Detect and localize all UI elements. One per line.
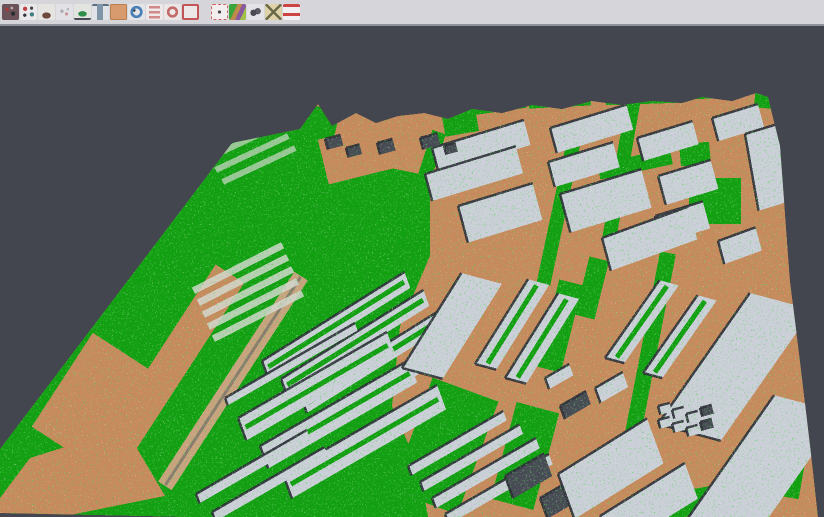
- toolbar-button-classification-map[interactable]: [229, 4, 246, 20]
- toolbar-button-camera-view[interactable]: [247, 4, 264, 20]
- toolbar-button-ground-class[interactable]: [110, 4, 127, 20]
- point-cloud-layers: [0, 26, 824, 517]
- toolbar-button-orbit-view[interactable]: [128, 4, 145, 20]
- speckle-overlay: [0, 26, 824, 517]
- toolbar-button-cross-section[interactable]: [283, 4, 300, 20]
- toolbar-button-target-tool[interactable]: [164, 4, 181, 20]
- vegetation-area: [690, 85, 746, 100]
- point-cloud-scene[interactable]: [0, 26, 824, 517]
- toolbar-button-profile-view[interactable]: [92, 4, 109, 20]
- toolbar-button-measure-tool[interactable]: [265, 4, 282, 20]
- toolbar-button-classify-points[interactable]: [20, 4, 37, 20]
- application-window: [0, 0, 824, 517]
- viewport-3d[interactable]: [0, 26, 824, 517]
- toolbar-button-vegetation-class[interactable]: [74, 4, 91, 20]
- toolbar-button-terrain-model[interactable]: [38, 4, 55, 20]
- toolbar: [0, 0, 824, 26]
- toolbar-button-point-cloud[interactable]: [2, 4, 19, 20]
- toolbar-button-layers[interactable]: [146, 4, 163, 20]
- toolbar-button-selection-frame[interactable]: [182, 4, 199, 20]
- toolbar-button-clip-region[interactable]: [211, 4, 228, 20]
- toolbar-button-sparse-points[interactable]: [56, 4, 73, 20]
